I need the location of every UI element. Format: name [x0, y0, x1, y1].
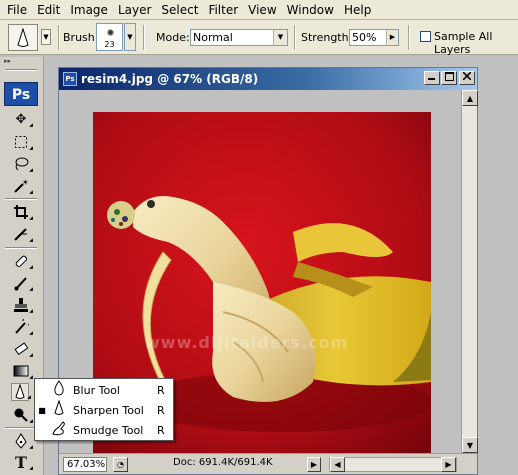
tool-preset-dropdown-icon[interactable]: ▼: [41, 29, 51, 45]
brush-tip-icon: [107, 29, 114, 36]
eraser-tool-icon[interactable]: [12, 340, 30, 358]
minimize-button[interactable]: [424, 71, 440, 85]
menu-window[interactable]: Window: [282, 0, 339, 20]
mode-select[interactable]: Normal ▼: [190, 29, 288, 46]
menu-select[interactable]: Select: [156, 0, 203, 20]
sharpen-tool-shortcut: R: [157, 403, 165, 417]
sharpen-cone-icon: [49, 399, 69, 420]
maximize-button[interactable]: [441, 71, 457, 85]
blur-drop-icon: [49, 380, 69, 400]
divider: [5, 247, 37, 249]
close-button[interactable]: [459, 71, 475, 85]
scroll-up-icon[interactable]: ▲: [462, 90, 478, 106]
zoom-preview-icon[interactable]: ◔: [113, 457, 128, 472]
strength-label: Strength:: [301, 31, 353, 44]
move-tool-icon[interactable]: ✥: [12, 110, 30, 128]
options-bar: ▼ Brush: 23 ▼ Mode: Normal ▼ Strength: 5…: [0, 20, 518, 56]
scroll-left-icon[interactable]: ◀: [330, 457, 345, 472]
smudge-tool-shortcut: R: [157, 423, 165, 437]
brush-tool-icon[interactable]: [12, 274, 30, 292]
menu-item-blur-tool[interactable]: Blur Tool R: [35, 380, 173, 400]
chevron-down-icon: ▼: [273, 30, 287, 45]
minimize-icon: [428, 78, 435, 80]
clone-stamp-tool-icon[interactable]: [12, 296, 30, 314]
sharpen-cone-icon: [17, 27, 29, 47]
brush-label: Brush:: [63, 31, 99, 44]
scroll-right-icon[interactable]: ▶: [441, 457, 456, 472]
brush-dropdown-icon[interactable]: ▼: [124, 23, 136, 51]
slice-tool-icon[interactable]: [12, 225, 30, 243]
tool-preset-picker[interactable]: [8, 24, 38, 51]
menu-view[interactable]: View: [243, 0, 281, 20]
type-tool-icon[interactable]: T: [12, 453, 30, 472]
mode-value: Normal: [193, 31, 233, 44]
chevron-right-icon: ▶: [386, 30, 398, 45]
menu-filter[interactable]: Filter: [203, 0, 243, 20]
vertical-scrollbar[interactable]: ▲ ▼: [461, 90, 478, 453]
brush-preview[interactable]: 23: [96, 23, 123, 51]
horizontal-scrollbar[interactable]: ◀ ▶: [329, 457, 457, 472]
divider: [58, 25, 60, 50]
smudge-finger-icon: [49, 420, 69, 440]
divider: [143, 25, 145, 50]
gradient-tool-icon[interactable]: [12, 362, 30, 380]
watermark: www.dijitalders.com: [145, 333, 348, 352]
dodge-tool-icon[interactable]: [12, 406, 30, 424]
menu-item-smudge-tool[interactable]: Smudge Tool R: [35, 420, 173, 440]
magic-wand-tool-icon[interactable]: ✶: [12, 177, 30, 195]
doc-info: Doc: 691.4K/691.4K: [173, 457, 273, 468]
status-menu-arrow-icon[interactable]: ▶: [307, 457, 321, 472]
menu-layer[interactable]: Layer: [113, 0, 156, 20]
strength-value: 50%: [352, 31, 377, 44]
blur-tool-label: Blur Tool: [73, 383, 120, 397]
marquee-tool-icon[interactable]: [12, 133, 30, 151]
menu-image[interactable]: Image: [65, 0, 113, 20]
crop-tool-icon[interactable]: [12, 203, 30, 221]
scroll-down-icon[interactable]: ▼: [462, 437, 478, 453]
history-brush-tool-icon[interactable]: [12, 318, 30, 336]
toolbox-grip[interactable]: ▸▸: [2, 57, 42, 67]
brush-size: 23: [104, 40, 115, 49]
document-ps-icon: Ps: [63, 72, 77, 86]
mode-label: Mode:: [156, 31, 190, 44]
svg-text:✶: ✶: [22, 178, 29, 187]
tool-flyout-menu: Blur Tool R ■ Sharpen Tool R Smudge Tool…: [34, 378, 174, 441]
healing-brush-tool-icon[interactable]: [12, 252, 30, 270]
menu-edit[interactable]: Edit: [32, 0, 65, 20]
document-title-bar[interactable]: Ps resim4.jpg @ 67% (RGB/8): [59, 68, 477, 90]
pen-tool-icon[interactable]: [12, 432, 30, 450]
divider: [5, 198, 37, 200]
divider: [294, 25, 296, 50]
selected-bullet-icon: ■: [38, 405, 46, 415]
lasso-tool-icon[interactable]: [12, 155, 30, 173]
menu-file[interactable]: File: [2, 0, 32, 20]
divider: [408, 25, 410, 50]
sample-all-layers-label: Sample All Layers: [434, 30, 493, 56]
divider: [5, 427, 37, 429]
maximize-icon: [444, 72, 454, 81]
menu-bar: File Edit Image Layer Select Filter View…: [0, 0, 518, 20]
smudge-tool-label: Smudge Tool: [73, 423, 144, 437]
document-title: resim4.jpg @ 67% (RGB/8): [81, 72, 259, 86]
photoshop-logo[interactable]: Ps: [4, 82, 38, 106]
zoom-field[interactable]: 67.03%: [63, 457, 107, 472]
sample-all-layers-checkbox[interactable]: [420, 31, 431, 42]
strength-field[interactable]: 50% ▶: [349, 29, 399, 46]
menu-help[interactable]: Help: [339, 0, 376, 20]
close-icon: [462, 71, 472, 81]
divider: [5, 69, 37, 71]
blur-tool-shortcut: R: [157, 383, 165, 397]
sharpen-tool-icon[interactable]: [11, 383, 29, 401]
status-bar: 67.03% ◔ Doc: 691.4K/691.4K ▶ ◀ ▶: [59, 453, 477, 474]
menu-item-sharpen-tool[interactable]: ■ Sharpen Tool R: [35, 399, 173, 420]
sharpen-tool-label: Sharpen Tool: [73, 403, 144, 417]
